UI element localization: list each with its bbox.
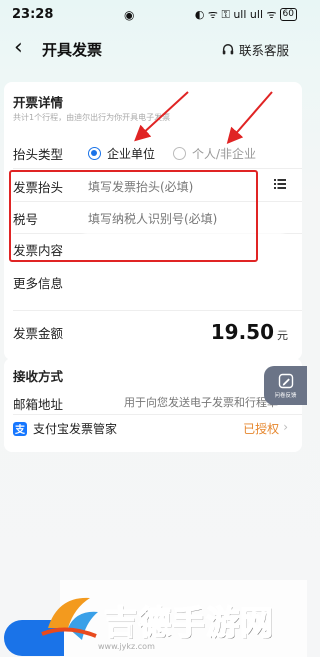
radio-personal-label: 个人/非企业: [192, 147, 257, 161]
feedback-button[interactable]: 问卷反馈: [264, 366, 307, 405]
battery-icon: 60: [279, 8, 297, 21]
divider: [13, 168, 302, 169]
divider: [13, 414, 302, 415]
radio-enterprise-label: 企业单位: [107, 147, 156, 161]
page-title: 开具发票: [42, 41, 103, 59]
contact-service-button[interactable]: 联系客服: [221, 40, 289, 59]
status-bar: 23:28 ◉ ◐ ᯤ ⚿ ull ull ᯤ 60: [0, 0, 307, 30]
list-icon[interactable]: [274, 178, 286, 190]
radio-unselected-icon: [173, 147, 187, 160]
radio-enterprise[interactable]: 企业单位: [88, 145, 155, 162]
headset-icon: [222, 43, 234, 54]
amount-value: 19.50: [210, 320, 274, 344]
invoice-section-title: 开票详情: [13, 95, 64, 110]
chevron-left-icon[interactable]: ‹: [14, 35, 23, 61]
receive-section-title: 接收方式: [13, 369, 64, 384]
receive-method-card: 接收方式 邮箱地址 用于向您发送电子发票和行程单 支 支付宝发票管家 已授权 ›: [4, 358, 302, 452]
watermark-logo-icon: [41, 597, 98, 640]
nav-bar: ‹ 开具发票 联系客服: [0, 30, 307, 68]
alipay-label: 支付宝发票管家: [33, 422, 118, 436]
invoice-amount-label: 发票金额: [13, 326, 64, 341]
divider: [13, 310, 302, 311]
header-type-label: 抬头类型: [13, 147, 64, 162]
eye-icon: ◉: [124, 8, 135, 22]
chevron-right-icon: ›: [283, 420, 288, 434]
alipay-status[interactable]: 已授权 ›: [243, 420, 288, 437]
edit-icon: [278, 373, 293, 388]
highlight-box: [9, 170, 258, 262]
email-label: 邮箱地址: [13, 397, 64, 412]
watermark-url: www.jykz.com: [98, 642, 155, 651]
alipay-icon: 支: [13, 421, 27, 436]
invoice-amount: 19.50 元: [211, 320, 288, 344]
status-icons: ◐ ᯤ ⚿ ull ull ᯤ 60: [195, 7, 297, 22]
contact-service-label: 联系客服: [238, 43, 289, 58]
more-info-label: 更多信息: [13, 276, 64, 291]
header-type-radio-group: 企业单位 个人/非企业: [88, 145, 274, 162]
alipay-invoice-manager[interactable]: 支 支付宝发票管家: [13, 420, 117, 437]
status-time: 23:28: [12, 7, 54, 22]
amount-unit: 元: [277, 329, 288, 342]
signal-icons: ◐ ᯤ ⚿ ull ull ᯤ: [194, 8, 277, 21]
watermark-text: 吉德手游网: [103, 602, 274, 643]
radio-selected-icon: [88, 147, 101, 160]
radio-personal[interactable]: 个人/非企业: [173, 145, 256, 162]
feedback-label: 问卷反馈: [274, 392, 297, 399]
email-input[interactable]: 用于向您发送电子发票和行程单: [124, 394, 278, 410]
invoice-hint: 共计1个行程，由迪尔出行为你开具电子发票: [13, 113, 171, 122]
alipay-status-label: 已授权: [243, 422, 280, 436]
